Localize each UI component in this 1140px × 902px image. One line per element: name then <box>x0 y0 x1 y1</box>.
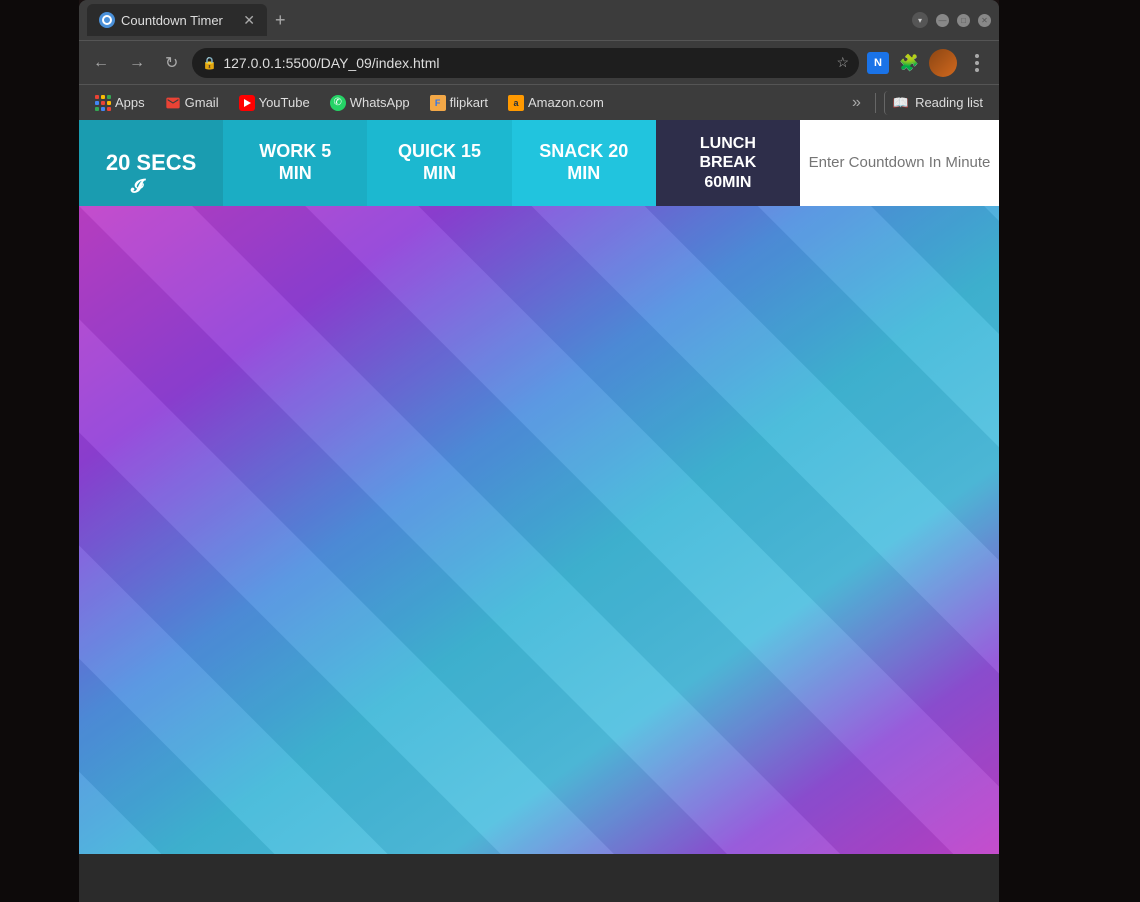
timer-lunch-label: LUNCHBREAK60MIN <box>699 134 756 192</box>
timer-snack20-label: SNACK 20MIN <box>539 141 628 184</box>
reading-list-button[interactable]: 📖 Reading list <box>884 91 991 115</box>
browser-window: Countdown Timer ✕ + ▾ — □ ✕ ← → ↻ <box>79 0 999 902</box>
reload-button[interactable]: ↻ <box>159 49 184 77</box>
timer-work5-button[interactable]: WORK 5MIN <box>223 120 367 206</box>
new-tab-button[interactable]: + <box>267 10 294 31</box>
apps-grid-icon <box>95 95 111 111</box>
tab-close-button[interactable]: ✕ <box>243 12 255 29</box>
timer-main-display <box>79 206 999 854</box>
timer-work5-label: WORK 5MIN <box>259 141 331 184</box>
back-button[interactable]: ← <box>87 50 115 76</box>
amazon-label: Amazon.com <box>528 95 604 110</box>
timer-snack20-button[interactable]: SNACK 20MIN <box>512 120 656 206</box>
timer-20secs-label: 20 SECS <box>106 150 197 176</box>
reading-list-divider <box>875 93 876 113</box>
reading-list-icon: 📖 <box>893 95 909 111</box>
flipkart-icon: F <box>430 95 446 111</box>
tab-favicon <box>99 12 115 28</box>
left-decor <box>0 0 79 902</box>
address-bar[interactable]: 🔒 127.0.0.1:5500/DAY_09/index.html ☆ <box>192 48 859 78</box>
timer-custom-input[interactable] <box>800 120 999 206</box>
address-url: 127.0.0.1:5500/DAY_09/index.html <box>223 55 830 71</box>
profile-avatar[interactable] <box>929 49 957 77</box>
timer-quick15-label: QUICK 15MIN <box>398 141 481 184</box>
bookmark-star-icon[interactable]: ☆ <box>836 54 849 71</box>
timer-quick15-button[interactable]: QUICK 15MIN <box>367 120 511 206</box>
browser-toolbar-icons: N 🧩 <box>867 49 991 77</box>
page-wrapper: Countdown Timer ✕ + ▾ — □ ✕ ← → ↻ <box>0 0 1140 902</box>
bookmark-gmail[interactable]: Gmail <box>157 91 227 115</box>
timer-lunch-button[interactable]: LUNCHBREAK60MIN <box>656 120 800 206</box>
title-bar: Countdown Timer ✕ + ▾ — □ ✕ <box>79 0 999 40</box>
tab-area: Countdown Timer ✕ + ▾ <box>87 0 936 40</box>
browser-menu-button[interactable] <box>963 49 991 77</box>
bookmark-apps[interactable]: Apps <box>87 91 153 115</box>
timer-buttons-row: 20 SECS 𝓘 WORK 5MIN QUICK 15MIN SNACK 20… <box>79 120 999 206</box>
youtube-label: YouTube <box>259 95 310 110</box>
page-content: 20 SECS 𝓘 WORK 5MIN QUICK 15MIN SNACK 20… <box>79 120 999 854</box>
security-lock-icon: 🔒 <box>202 56 217 70</box>
window-controls: — □ ✕ <box>936 14 991 27</box>
apps-label: Apps <box>115 95 145 110</box>
cursor-indicator: 𝓘 <box>131 176 143 198</box>
bookmark-youtube[interactable]: YouTube <box>231 91 318 115</box>
whatsapp-icon: ✆ <box>330 95 346 111</box>
notebook-extension-icon[interactable]: N <box>867 52 889 74</box>
bookmark-amazon[interactable]: a Amazon.com <box>500 91 612 115</box>
minimize-button[interactable]: — <box>936 14 949 27</box>
tab-menu-arrow[interactable]: ▾ <box>912 12 928 28</box>
close-button[interactable]: ✕ <box>978 14 991 27</box>
flipkart-label: flipkart <box>450 95 488 110</box>
address-bar-row: ← → ↻ 🔒 127.0.0.1:5500/DAY_09/index.html… <box>79 40 999 84</box>
right-decor <box>999 0 1140 902</box>
gmail-label: Gmail <box>185 95 219 110</box>
amazon-icon: a <box>508 95 524 111</box>
youtube-icon <box>239 95 255 111</box>
whatsapp-label: WhatsApp <box>350 95 410 110</box>
bookmarks-more-button[interactable]: » <box>846 90 867 116</box>
reading-list-label: Reading list <box>915 95 983 110</box>
maximize-button[interactable]: □ <box>957 14 970 27</box>
forward-button[interactable]: → <box>123 50 151 76</box>
bookmark-flipkart[interactable]: F flipkart <box>422 91 496 115</box>
bookmarks-bar: Apps Gmail YouTube ✆ WhatsApp <box>79 84 999 120</box>
tab-title: Countdown Timer <box>121 13 223 28</box>
extensions-icon[interactable]: 🧩 <box>895 49 923 77</box>
timer-20secs-button[interactable]: 20 SECS 𝓘 <box>79 120 223 206</box>
bookmark-whatsapp[interactable]: ✆ WhatsApp <box>322 91 418 115</box>
background-stripes <box>79 206 999 854</box>
active-tab[interactable]: Countdown Timer ✕ <box>87 4 267 36</box>
gmail-icon <box>165 95 181 111</box>
